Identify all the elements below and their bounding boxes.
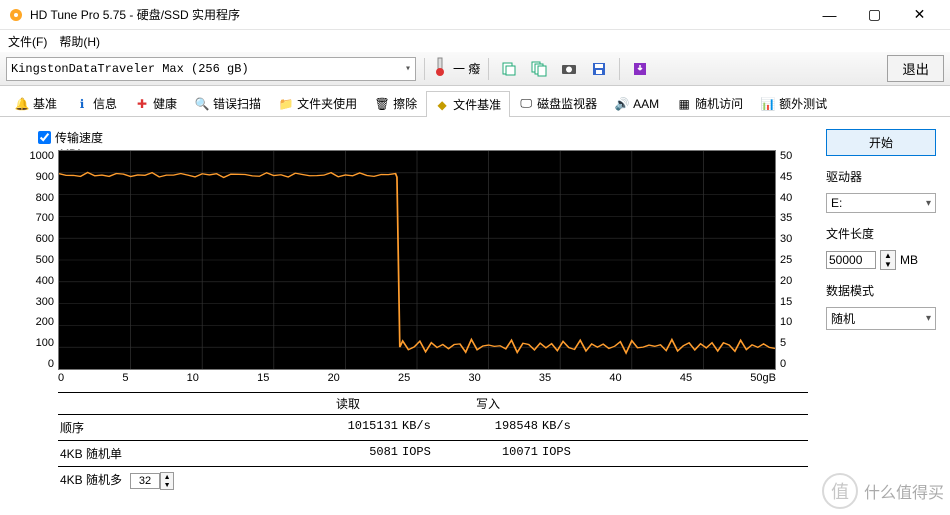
chevron-down-icon: ▾ [405,63,411,75]
thermometer-icon [433,57,447,80]
app-icon [8,7,24,23]
start-button[interactable]: 开始 [826,129,936,156]
tab-erase[interactable]: 🗑擦除 [366,90,426,116]
info-icon: ℹ [75,97,89,111]
result-row: 4KB 随机单5081IOPS10071IOPS [58,440,808,466]
tab-file-benchmark[interactable]: ◆文件基准 [426,91,510,117]
scan-icon: 🔍 [195,97,209,111]
erase-icon: 🗑 [375,97,389,111]
result-row: 4KB 随机多▲▼ [58,466,808,494]
folder-icon: 📁 [279,97,293,111]
tab-info[interactable]: ℹ信息 [66,90,126,116]
tab-random-access[interactable]: ▦随机访问 [668,90,752,116]
result-row: 顺序1015131KB/s198548KB/s [58,414,808,440]
queue-depth-input[interactable] [130,473,160,489]
transfer-speed-label: 传输速度 [55,129,103,146]
tab-health[interactable]: ✚健康 [126,90,186,116]
chart-area: MB/s ms 10009008007006005004003002001000… [14,150,808,370]
watermark-logo-icon: 值 [822,473,858,509]
chevron-down-icon: ▾ [926,198,931,209]
chart-plot [58,150,776,370]
exit-button[interactable]: 退出 [887,55,944,82]
watermark: 值 什么值得买 [822,473,944,509]
maximize-button[interactable]: ▢ [852,0,897,30]
file-length-input[interactable] [826,251,876,269]
transfer-speed-checkbox[interactable] [38,131,51,144]
chevron-down-icon: ▾ [926,313,931,324]
read-header: 读取 [278,393,418,414]
data-mode-label: 数据模式 [826,282,936,299]
temp-indicator: 一 癈 [453,60,480,77]
data-mode-select[interactable]: 随机▾ [826,307,936,330]
screenshot-icon[interactable] [557,57,581,81]
download-icon[interactable] [628,57,652,81]
health-icon: ✚ [135,97,149,111]
tests-icon: 📊 [761,97,775,111]
file-benchmark-icon: ◆ [435,98,449,112]
file-length-label: 文件长度 [826,225,936,242]
close-button[interactable]: ✕ [897,0,942,30]
gauge-icon: 🔔 [15,97,29,111]
save-icon[interactable] [587,57,611,81]
file-length-spinner[interactable]: ▲▼ [880,250,896,270]
copy-icon[interactable] [497,57,521,81]
copy-all-icon[interactable] [527,57,551,81]
speaker-icon: 🔊 [615,97,629,111]
tab-disk-monitor[interactable]: 🖵磁盘监视器 [510,90,606,116]
minimize-button[interactable]: — [807,0,852,30]
drive-label: 驱动器 [826,168,936,185]
menu-help[interactable]: 帮助(H) [59,33,100,50]
drive-select-text: KingstonDataTraveler Max (256 gB) [11,62,249,76]
tab-error-scan[interactable]: 🔍错误扫描 [186,90,270,116]
window-title: HD Tune Pro 5.75 - 硬盘/SSD 实用程序 [30,6,807,23]
random-icon: ▦ [677,97,691,111]
monitor-icon: 🖵 [519,97,533,111]
tab-extra-tests[interactable]: 📊额外测试 [752,90,836,116]
tab-benchmark[interactable]: 🔔基准 [6,90,66,116]
queue-depth-spinner[interactable]: ▲▼ [160,472,174,490]
drive-select[interactable]: KingstonDataTraveler Max (256 gB) ▾ [6,57,416,81]
tab-folder-usage[interactable]: 📁文件夹使用 [270,90,366,116]
file-length-unit: MB [900,253,918,267]
drive-letter-select[interactable]: E:▾ [826,193,936,213]
tab-aam[interactable]: 🔊AAM [606,92,668,115]
write-header: 写入 [418,393,558,414]
menu-file[interactable]: 文件(F) [8,33,47,50]
